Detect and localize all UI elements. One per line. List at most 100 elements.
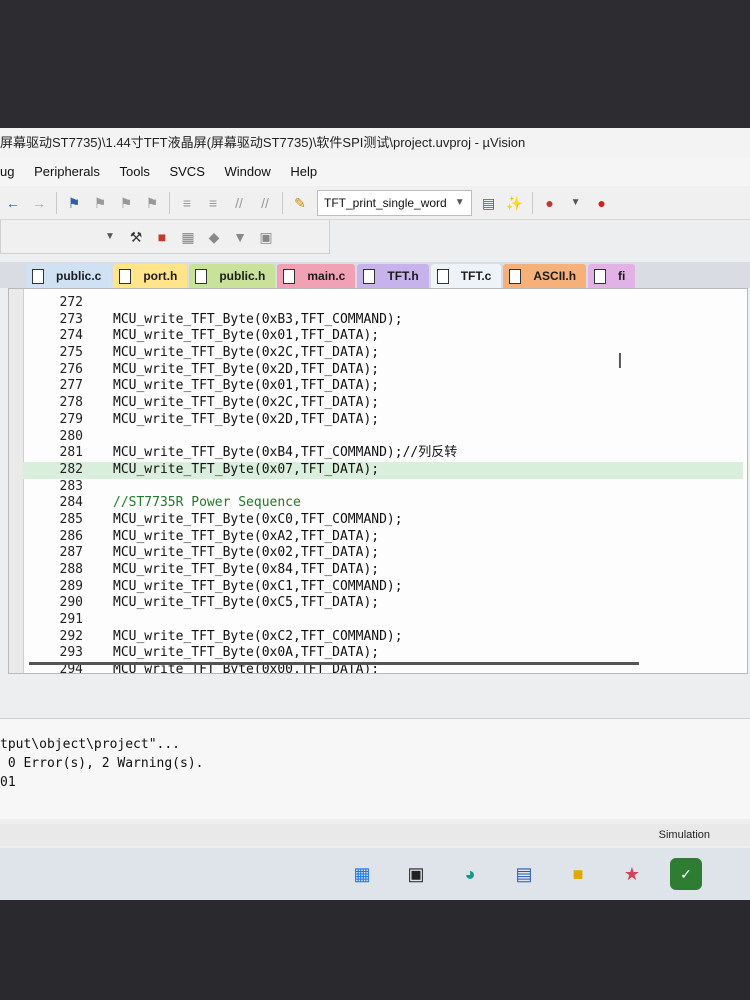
code-text: MCU_write_TFT_Byte(0x0A,TFT_DATA);	[113, 645, 380, 661]
tab-tft-c[interactable]: TFT.c	[430, 264, 502, 288]
code-text: MCU_write_TFT_Byte(0xC5,TFT_DATA);	[113, 595, 380, 611]
file-icon	[283, 268, 296, 284]
tab-public-c[interactable]: public.c	[26, 264, 112, 288]
app-icon[interactable]: ★	[616, 858, 648, 890]
code-line[interactable]: 293 MCU_write_TFT_Byte(0x0A,TFT_DATA);	[23, 645, 743, 662]
code-text: MCU_write_TFT_Byte(0xC2,TFT_COMMAND);	[113, 628, 403, 644]
line-number: 282	[59, 461, 83, 477]
keil-uvision-icon[interactable]: ✓	[670, 858, 702, 890]
code-line[interactable]: 284 //ST7735R Power Sequence	[23, 495, 743, 512]
status-bar: Simulation	[0, 824, 750, 846]
code-text: //ST7735R Power Sequence	[113, 495, 301, 511]
code-text: MCU_write_TFT_Byte(0x07,TFT_DATA);	[113, 461, 380, 477]
code-editor[interactable]: 272 273 MCU_write_TFT_Byte(0xB3,TFT_COMMAN…	[8, 288, 748, 674]
code-text: MCU_write_TFT_Byte(0xC0,TFT_COMMAND);	[113, 511, 403, 527]
code-line[interactable]: 285 MCU_write_TFT_Byte(0xC0,TFT_COMMAND);	[23, 512, 743, 529]
code-text: MCU_write_TFT_Byte(0xB3,TFT_COMMAND);	[113, 311, 403, 327]
tools-icon[interactable]: ⚒	[127, 228, 145, 246]
unindent-icon[interactable]: ≡	[204, 194, 222, 212]
dropdown-icon[interactable]: ▼	[567, 194, 585, 212]
build-icon[interactable]: ■	[153, 228, 171, 246]
indent-icon[interactable]: ≡	[178, 194, 196, 212]
code-lines: 272 273 MCU_write_TFT_Byte(0xB3,TFT_COMMAN…	[23, 295, 743, 673]
code-text: MCU_write_TFT_Byte(0x2C,TFT_DATA);	[113, 395, 380, 411]
code-line[interactable]: 289 MCU_write_TFT_Byte(0xC1,TFT_COMMAND);	[23, 579, 743, 596]
code-line[interactable]: 292 MCU_write_TFT_Byte(0xC2,TFT_COMMAND);	[23, 629, 743, 646]
wand-icon[interactable]: ✨	[506, 194, 524, 212]
uncomment-icon[interactable]: //	[256, 194, 274, 212]
line-number: 273	[59, 311, 83, 327]
bookmark-icon[interactable]: ⚑	[65, 194, 83, 212]
chevron-down-icon[interactable]: ▼	[101, 228, 119, 246]
horizontal-scrollbar[interactable]	[29, 662, 639, 665]
comment-icon[interactable]: //	[230, 194, 248, 212]
tab-label: public.h	[219, 269, 266, 283]
code-line[interactable]: 281 MCU_write_TFT_Byte(0xB4,TFT_COMMAND);…	[23, 445, 743, 462]
menu-svcs[interactable]: SVCS	[169, 158, 204, 186]
code-line[interactable]: 272	[23, 295, 743, 312]
tab-main-c[interactable]: main.c	[277, 264, 356, 288]
build-output-line: tput\object\project"...	[0, 737, 181, 752]
prev-bookmark-icon[interactable]: ⚑	[91, 194, 109, 212]
code-line[interactable]: 278 MCU_write_TFT_Byte(0x2C,TFT_DATA);	[23, 395, 743, 412]
code-line[interactable]: 279 MCU_write_TFT_Byte(0x2D,TFT_DATA);	[23, 412, 743, 429]
editor-gutter[interactable]	[9, 289, 24, 673]
tab-port-h[interactable]: port.h	[113, 264, 188, 288]
manage-icon[interactable]: ▣	[257, 228, 275, 246]
toolbar-separator	[169, 191, 170, 214]
build-output-panel: tput\object\project"... 0 Error(s), 2 Wa…	[0, 718, 750, 819]
code-line[interactable]: 287 MCU_write_TFT_Byte(0x02,TFT_DATA);	[23, 545, 743, 562]
code-text: MCU_write_TFT_Byte(0x01,TFT_DATA);	[113, 328, 380, 344]
code-line[interactable]: 291	[23, 612, 743, 629]
code-line[interactable]: 273 MCU_write_TFT_Byte(0xB3,TFT_COMMAND);	[23, 312, 743, 329]
code-text: MCU_write_TFT_Byte(0xB4,TFT_COMMAND);//列…	[113, 445, 458, 461]
menu-help[interactable]: Help	[290, 158, 317, 186]
rebuild-icon[interactable]: ▦	[179, 228, 197, 246]
tab-tft-h[interactable]: TFT.h	[357, 264, 429, 288]
code-text: MCU_write_TFT_Byte(0xA2,TFT_DATA);	[113, 528, 380, 544]
start-icon[interactable]: ▦	[346, 858, 378, 890]
download-icon[interactable]: ▼	[231, 228, 249, 246]
back-arrow-icon[interactable]: ←	[4, 194, 22, 212]
tab-ascii-h[interactable]: ASCII.h	[503, 264, 587, 288]
code-line[interactable]: 274 MCU_write_TFT_Byte(0x01,TFT_DATA);	[23, 328, 743, 345]
menu-bar: ug Peripherals Tools SVCS Window Help	[0, 158, 750, 186]
line-number: 277	[59, 378, 83, 394]
code-line[interactable]: 276 MCU_write_TFT_Byte(0x2D,TFT_DATA);	[23, 362, 743, 379]
line-number: 280	[59, 428, 83, 444]
line-number: 272	[59, 295, 83, 310]
code-line[interactable]: 283	[23, 479, 743, 496]
chevron-down-icon[interactable]: ▼	[455, 197, 465, 208]
menu-debug[interactable]: ug	[0, 158, 14, 186]
code-line[interactable]: 286 MCU_write_TFT_Byte(0xA2,TFT_DATA);	[23, 529, 743, 546]
target-combo-value: TFT_print_single_word	[324, 195, 447, 210]
edge-icon[interactable]: ◕	[454, 858, 486, 890]
store-icon[interactable]: ▤	[508, 858, 540, 890]
find-in-files-icon[interactable]: ✎	[291, 194, 309, 212]
target-combo[interactable]: TFT_print_single_word ▼	[317, 189, 472, 216]
task-view-icon[interactable]: ▣	[400, 858, 432, 890]
code-line[interactable]: 282 MCU_write_TFT_Byte(0x07,TFT_DATA);	[23, 461, 743, 479]
code-line[interactable]: 288 MCU_write_TFT_Byte(0x84,TFT_DATA);	[23, 562, 743, 579]
tab-label: main.c	[307, 269, 346, 283]
next-bookmark-icon[interactable]: ⚑	[117, 194, 135, 212]
tab-overflow[interactable]: fi	[588, 264, 636, 288]
tab-public-h[interactable]: public.h	[189, 264, 276, 288]
configure-icon[interactable]: ▤	[480, 194, 498, 212]
code-line[interactable]: 275 MCU_write_TFT_Byte(0x2C,TFT_DATA);	[23, 345, 743, 362]
code-line[interactable]: 290 MCU_write_TFT_Byte(0xC5,TFT_DATA);	[23, 595, 743, 612]
breakpoint-icon[interactable]: ●	[593, 194, 611, 212]
monitor-bezel-bottom	[0, 900, 750, 1000]
tab-label: ASCII.h	[533, 269, 577, 283]
menu-peripherals[interactable]: Peripherals	[34, 158, 100, 186]
menu-tools[interactable]: Tools	[119, 158, 149, 186]
code-line[interactable]: 280	[23, 429, 743, 446]
clear-bookmarks-icon[interactable]: ⚑	[143, 194, 161, 212]
line-number: 290	[59, 595, 83, 611]
code-line[interactable]: 277 MCU_write_TFT_Byte(0x01,TFT_DATA);	[23, 378, 743, 395]
file-explorer-icon[interactable]: ■	[562, 858, 594, 890]
menu-window[interactable]: Window	[225, 158, 271, 186]
batch-build-icon[interactable]: ◆	[205, 228, 223, 246]
debug-session-icon[interactable]: ●	[541, 194, 559, 212]
forward-arrow-icon[interactable]: →	[30, 194, 48, 212]
